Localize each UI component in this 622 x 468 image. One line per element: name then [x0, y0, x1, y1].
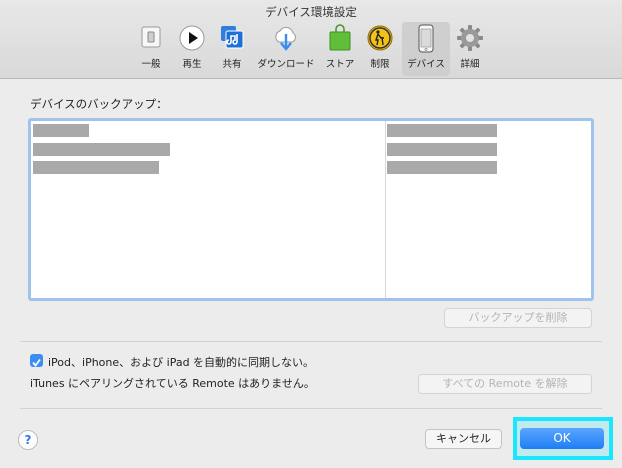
gear-icon: [457, 25, 483, 51]
cloud-download-icon: [275, 26, 296, 51]
parental-restriction-icon: [367, 25, 393, 51]
column-divider: [385, 121, 386, 298]
window-title: デバイス環境設定: [265, 5, 357, 19]
prevent-sync-checkbox[interactable]: [30, 354, 43, 367]
cancel-button[interactable]: キャンセル: [425, 429, 502, 449]
delete-backup-button[interactable]: バックアップを削除: [444, 308, 592, 328]
remote-info-text: iTunes にペアリングされている Remote はありません。: [30, 377, 315, 390]
shopping-bag-icon: [329, 24, 351, 51]
toolbar: デバイス環境設定 一般 再生 共有 ダウンロード ストア 制限 デバイス 詳細: [0, 0, 622, 79]
backup-name-redacted[interactable]: [33, 143, 170, 156]
prevent-sync-label: iPod、iPhone、および iPad を自動的に同期しない。: [48, 356, 315, 369]
device-backups-label: デバイスのバックアップ：: [30, 97, 168, 111]
checkmark-icon: [32, 358, 41, 367]
separator: [20, 341, 602, 342]
backup-name-redacted[interactable]: [33, 161, 159, 174]
backup-date-redacted[interactable]: [387, 161, 497, 174]
general-switch-icon: [141, 26, 161, 48]
backup-name-redacted[interactable]: [33, 124, 89, 137]
backup-date-redacted[interactable]: [387, 124, 497, 137]
separator: [20, 408, 602, 409]
play-icon: [179, 25, 205, 51]
help-button[interactable]: ?: [18, 430, 38, 450]
toolbar-item-download[interactable]: ダウンロード: [257, 22, 315, 76]
device-backups-list[interactable]: [28, 118, 594, 301]
toolbar-item-sharing[interactable]: 共有: [210, 22, 254, 76]
iphone-icon: [418, 24, 434, 53]
unpair-remotes-button[interactable]: すべての Remote を解除: [418, 374, 592, 394]
ok-button[interactable]: OK: [520, 428, 604, 449]
device-preferences-window: デバイス環境設定 一般 再生 共有 ダウンロード ストア 制限 デバイス 詳細 …: [0, 0, 622, 468]
toolbar-item-advanced[interactable]: 詳細: [448, 22, 492, 76]
backup-date-redacted[interactable]: [387, 143, 497, 156]
music-share-icon: [221, 26, 244, 49]
toolbar-label-advanced: 詳細: [460, 59, 480, 70]
